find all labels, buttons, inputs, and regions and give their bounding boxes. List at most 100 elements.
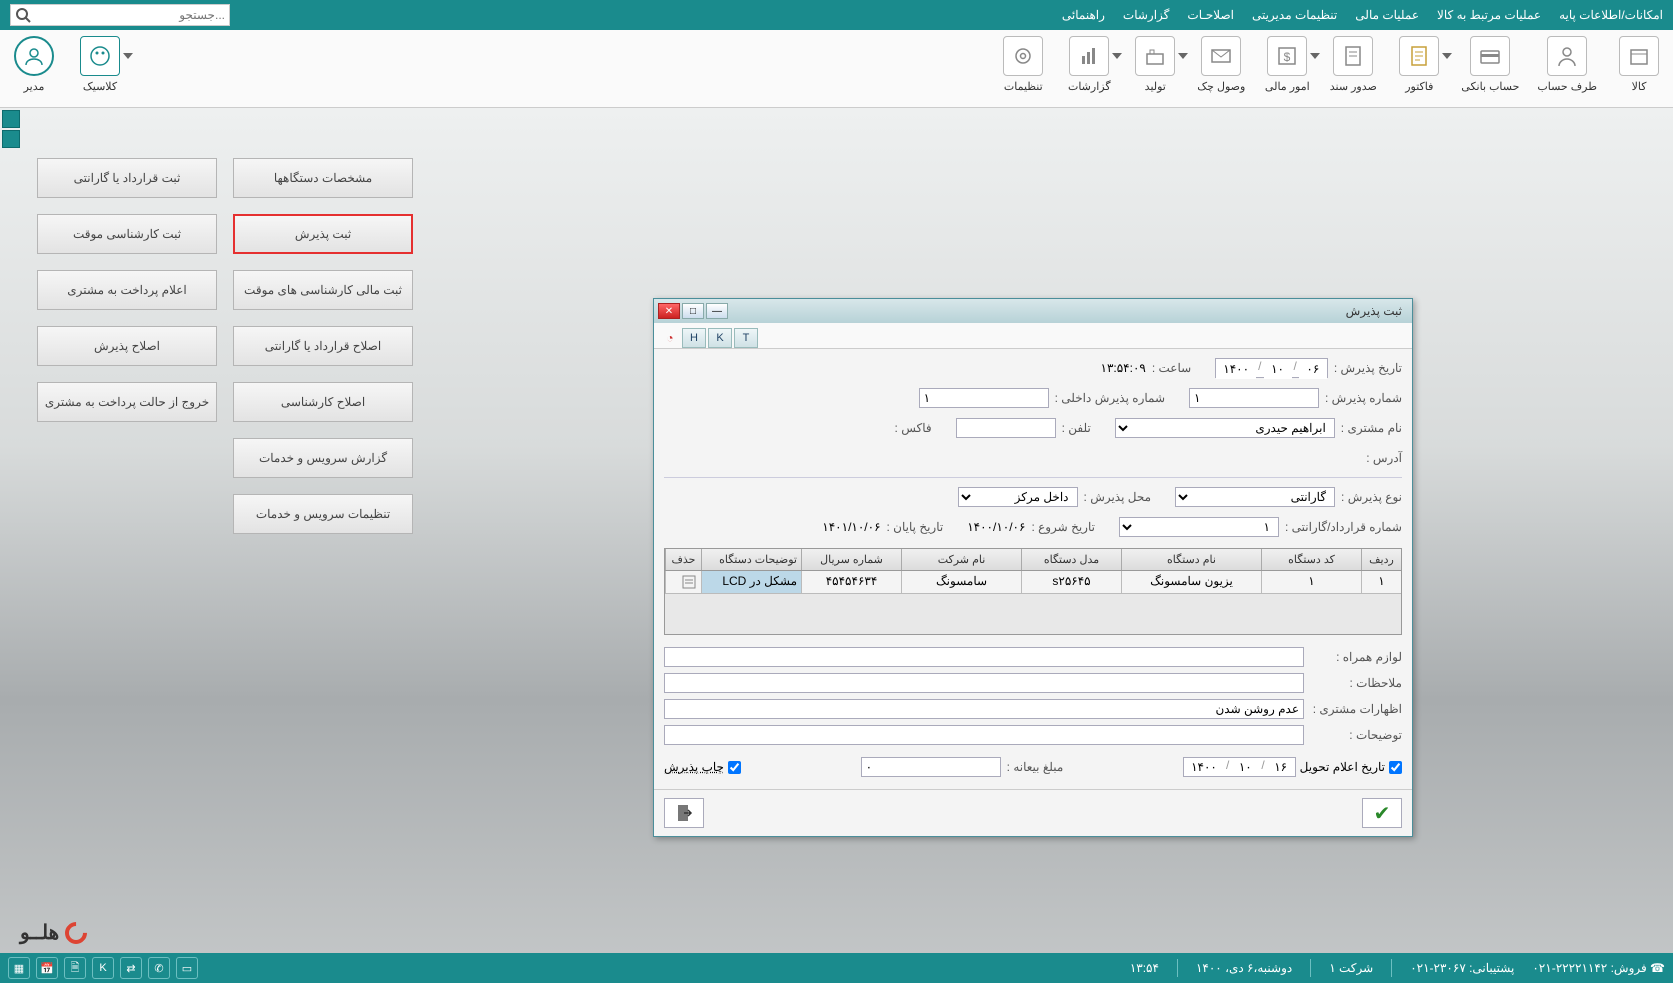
minimize-button[interactable]: — — [706, 303, 728, 319]
envelope-icon — [1209, 44, 1233, 68]
lbl-reception-no: شماره پذیرش : — [1325, 391, 1402, 405]
lbl-fax: فاکس : — [895, 421, 932, 435]
tool-reports[interactable]: گزارشات — [1065, 36, 1113, 93]
dropdown-icon — [1442, 53, 1452, 59]
btn-temp-finance[interactable]: ثبت مالی کارشناسی های موقت — [233, 270, 413, 310]
menu-goods[interactable]: عملیات مرتبط به کالا — [1437, 8, 1541, 22]
status-icon-k[interactable]: K — [92, 957, 114, 979]
tab-h[interactable]: H — [682, 328, 706, 348]
menu-finance[interactable]: عملیات مالی — [1355, 8, 1419, 22]
date-input[interactable]: // — [1215, 358, 1328, 378]
lbl-internal-no: شماره پذیرش داخلی : — [1055, 391, 1165, 405]
tab-t[interactable]: T — [734, 328, 758, 348]
col-model: مدل دستگاه — [1021, 549, 1121, 570]
lbl-accessories: لوازم همراه : — [1312, 650, 1402, 664]
dropdown-icon — [1178, 53, 1188, 59]
lbl-statements: اظهارات مشتری : — [1312, 702, 1402, 716]
device-grid: ردیف کد دستگاه نام دستگاه مدل دستگاه نام… — [664, 548, 1402, 635]
side-icon-1[interactable] — [2, 110, 20, 128]
phone-input[interactable] — [956, 418, 1056, 438]
status-icon-cal[interactable]: 📅 — [36, 957, 58, 979]
statements-input[interactable] — [664, 699, 1304, 719]
col-desc: توضیحات دستگاه — [701, 549, 801, 570]
delivery-date-input[interactable]: // — [1183, 757, 1296, 777]
time-value: ۱۳:۵۴:۰۹ — [1101, 361, 1146, 375]
close-button[interactable]: ✕ — [658, 303, 680, 319]
tool-goods[interactable]: کالا — [1615, 36, 1663, 93]
app-logo-icon: ◔ — [660, 328, 680, 348]
btn-reception[interactable]: ثبت پذیرش — [233, 214, 413, 254]
invoice-icon — [1407, 44, 1431, 68]
maximize-button[interactable]: □ — [682, 303, 704, 319]
customer-select[interactable]: ابراهیم حیدری — [1115, 418, 1335, 438]
lbl-delivery: تاریخ اعلام تحویل — [1300, 760, 1385, 774]
dropdown-icon — [1112, 53, 1122, 59]
chart-icon — [1077, 44, 1101, 68]
btn-edit-expert[interactable]: اصلاح کارشناسی — [233, 382, 413, 422]
deposit-input[interactable] — [861, 757, 1001, 777]
start-date: ۱۴۰۰/۱۰/۰۶ — [967, 520, 1025, 534]
btn-temp-expert[interactable]: ثبت کارشناسی موقت — [37, 214, 217, 254]
tool-bank[interactable]: حساب بانکی — [1461, 36, 1519, 93]
contract-select[interactable]: ۱ — [1119, 517, 1279, 537]
exit-button[interactable] — [664, 798, 704, 828]
accessories-input[interactable] — [664, 647, 1304, 667]
type-select[interactable]: گارانتی — [1175, 487, 1335, 507]
print-check[interactable] — [728, 761, 741, 774]
reception-no-input[interactable] — [1189, 388, 1319, 408]
btn-device-specs[interactable]: مشخصات دستگاهها — [233, 158, 413, 198]
menu-reports[interactable]: گزارشات — [1123, 8, 1169, 22]
status-icon-grid[interactable]: ▦ — [8, 957, 30, 979]
person-icon — [1555, 44, 1579, 68]
btn-service-report[interactable]: گزارش سرویس و خدمات — [233, 438, 413, 478]
tool-sanad[interactable]: صدور سند — [1329, 36, 1377, 93]
status-icon-phone[interactable]: ✆ — [148, 957, 170, 979]
dialog-titlebar[interactable]: ✕ □ — ثبت پذیرش — [654, 299, 1412, 323]
swirl-icon — [61, 917, 92, 948]
confirm-button[interactable]: ✔ — [1362, 798, 1402, 828]
factory-icon — [1143, 44, 1167, 68]
tool-invoice[interactable]: فاکتور — [1395, 36, 1443, 93]
document-icon — [1341, 44, 1365, 68]
btn-exit-pay[interactable]: خروج از حالت پرداخت به مشتری — [37, 382, 217, 422]
tool-financial[interactable]: $امور مالی — [1263, 36, 1311, 93]
menu-mgmt[interactable]: تنظیمات مدیریتی — [1252, 8, 1337, 22]
delete-row-button[interactable] — [665, 571, 701, 593]
side-icon-2[interactable] — [2, 130, 20, 148]
tool-account[interactable]: طرف حساب — [1537, 36, 1597, 93]
tool-theme[interactable]: کلاسیک — [76, 36, 124, 93]
delivery-date-check[interactable] — [1389, 761, 1402, 774]
search-box[interactable] — [10, 4, 230, 26]
notes-input[interactable] — [664, 673, 1304, 693]
end-date: ۱۴۰۱/۱۰/۰۶ — [822, 520, 880, 534]
tool-settings[interactable]: تنظیمات — [999, 36, 1047, 93]
status-icon-share[interactable]: ⇄ — [120, 957, 142, 979]
tool-production[interactable]: تولید — [1131, 36, 1179, 93]
menu-help[interactable]: راهنمائی — [1062, 8, 1105, 22]
menu-basic[interactable]: امکانات/اطلاعات پایه — [1559, 8, 1663, 22]
status-icon-minimize[interactable]: ▭ — [176, 957, 198, 979]
menu-corrections[interactable]: اصلاحـات — [1187, 8, 1234, 22]
internal-no-input[interactable] — [919, 388, 1049, 408]
lbl-start: تاریخ شروع : — [1031, 520, 1095, 534]
btn-edit-contract[interactable]: اصلاح قرارداد یا گارانتی — [233, 326, 413, 366]
lbl-phone: تلفن : — [1062, 421, 1091, 435]
statusbar: ☎ فروش: ۲۲۲۲۱۱۴۲-۰۲۱ پشتیبانی: ۲۳۰۶۷-۰۲۱… — [0, 953, 1673, 983]
status-date: دوشنبه،۶ دی، ۱۴۰۰ — [1196, 961, 1292, 975]
dialog-title: ثبت پذیرش — [1340, 304, 1408, 318]
table-row[interactable]: ۱ ۱ یزیون سامسونگ s۲۵۶۴۵ سامسونگ ۴۵۴۵۴۶۳… — [665, 571, 1401, 594]
btn-notify-customer[interactable]: اعلام پرداخت به مشتری — [37, 270, 217, 310]
tool-user[interactable]: مدیر — [10, 36, 58, 93]
svg-text:$: $ — [1284, 50, 1291, 64]
gear-icon — [1011, 44, 1035, 68]
desc-input[interactable] — [664, 725, 1304, 745]
tool-cheque[interactable]: وصول چک — [1197, 36, 1245, 93]
search-input[interactable] — [31, 8, 225, 22]
tab-k[interactable]: K — [708, 328, 732, 348]
btn-contract[interactable]: ثبت قرارداد یا گارانتی — [37, 158, 217, 198]
place-select[interactable]: داخل مرکز — [958, 487, 1078, 507]
status-icon-doc[interactable]: 🗎 — [64, 957, 86, 979]
service-buttons: مشخصات دستگاهها ثبت قرارداد یا گارانتی ث… — [37, 158, 413, 534]
btn-service-settings[interactable]: تنظیمات سرویس و خدمات — [233, 494, 413, 534]
btn-edit-reception[interactable]: اصلاح پذیرش — [37, 326, 217, 366]
